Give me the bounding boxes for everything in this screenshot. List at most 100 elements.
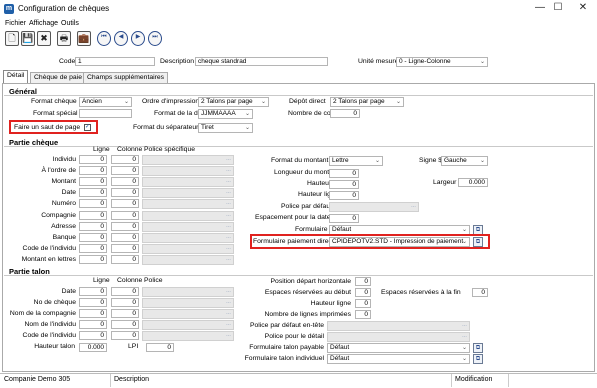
ligne-input[interactable] [79,254,107,264]
colonne-input[interactable] [111,177,139,187]
ligne-input[interactable] [79,243,107,253]
export-icon[interactable]: 💼 [77,31,91,46]
police-select[interactable]: … [142,232,234,243]
close-button[interactable]: ✕ [576,2,590,14]
app-icon: m [4,4,14,14]
ligne-input[interactable] [79,309,107,319]
police-select[interactable]: … [142,243,234,254]
menu-outils[interactable]: Outils [61,20,79,27]
last-record-icon[interactable]: ⏭ [148,31,162,46]
police-select[interactable]: … [142,287,234,297]
colonne-input[interactable] [111,254,139,264]
ligne-input[interactable] [79,221,107,231]
code-input[interactable] [75,57,155,66]
row-label: Montant en lettres [21,255,76,263]
police-select[interactable]: … [142,309,234,320]
format-cheque-select[interactable]: Ancien ⌄ [79,97,132,107]
talon-col-colonne-header: Colonne [117,277,143,284]
colonne-input[interactable] [111,210,139,220]
menu-fichier[interactable]: Fichier [5,20,26,27]
unit-select[interactable]: 0 - Ligne-Colonne ⌄ [396,57,488,67]
position-input[interactable] [355,277,371,286]
ligne-input[interactable] [79,210,107,220]
espaces-fin-input[interactable] [472,288,488,297]
colonne-input[interactable] [111,243,139,253]
ligne-input[interactable] [79,188,107,198]
colonne-input[interactable] [111,287,139,296]
formulaire-pd-select[interactable]: CPIDEPOTV2.STD - Impression de paiement ⌄ [329,237,470,247]
ligne-input[interactable] [79,199,107,209]
copies-input[interactable] [330,109,360,118]
hauteur-talon-input[interactable] [79,343,107,352]
format-montant-select[interactable]: Lettre ⌄ [329,156,383,166]
police-select[interactable]: … [142,199,234,210]
description-input[interactable] [195,57,328,66]
police-select[interactable]: … [142,210,234,221]
lpi-input[interactable] [146,343,174,352]
menu-affichage[interactable]: Affichage [29,20,58,27]
ligne-input[interactable] [79,298,107,308]
print-icon[interactable]: 🖶 [57,31,71,46]
minimize-button[interactable]: — [533,2,547,14]
separateur-select[interactable]: Tiret ⌄ [198,123,253,133]
ligne-input[interactable] [79,320,107,330]
colonne-input[interactable] [111,309,139,319]
espacement-input[interactable] [329,214,359,223]
ligne-input[interactable] [79,177,107,187]
hauteur-ligne-input[interactable] [329,191,359,200]
police-select[interactable]: … [142,331,234,342]
tab-detail[interactable]: Détail [3,70,29,83]
format-special-input[interactable] [79,109,132,118]
ligne-input[interactable] [79,232,107,242]
form-editor-icon[interactable]: ⧉ [473,343,483,353]
ordre-impression-select[interactable]: 2 Talons par page ⌄ [198,97,269,107]
signe-select[interactable]: Gauche ⌄ [441,156,488,166]
police-defaut-select[interactable]: … [329,202,419,212]
largeur-input[interactable] [458,178,488,187]
police-select[interactable]: … [142,320,234,331]
police-select[interactable]: … [142,177,234,188]
delete-icon[interactable]: ✖ [37,31,51,46]
police-select[interactable]: … [142,298,234,309]
new-icon[interactable]: 🗋 [5,31,19,46]
colonne-input[interactable] [111,298,139,308]
ligne-input[interactable] [79,166,107,176]
police-entete-select[interactable]: … [327,321,470,331]
colonne-input[interactable] [111,155,139,164]
save-icon[interactable]: 💾 [21,31,35,46]
nb-lignes-input[interactable] [355,310,371,319]
tab-cheque-paie[interactable]: Chèque de paie [30,72,86,83]
colonne-input[interactable] [111,331,139,341]
hauteur-input[interactable] [329,180,359,189]
police-detail-select[interactable]: … [327,332,470,342]
colonne-input[interactable] [111,166,139,176]
formulaire-talon-payable-select[interactable]: Défaut ⌄ [327,343,470,353]
police-select[interactable]: … [142,155,234,165]
format-date-select[interactable]: JJMMAAAA ⌄ [198,109,253,119]
form-editor-icon[interactable]: ⧉ [473,354,483,364]
colonne-input[interactable] [111,221,139,231]
formulaire-talon-individuel-select[interactable]: Défaut ⌄ [327,354,470,364]
police-select[interactable]: … [142,188,234,199]
saut-page-checkbox[interactable]: ✓ [84,124,91,131]
police-select[interactable]: … [142,221,234,232]
police-select[interactable]: … [142,166,234,177]
police-select[interactable]: … [142,254,234,265]
depot-direct-select[interactable]: 2 Talons par page ⌄ [330,97,404,107]
tab-champs-supplementaires[interactable]: Champs supplémentaires [83,72,169,83]
longueur-input[interactable] [329,169,359,178]
previous-record-icon[interactable]: ◀ [114,31,128,46]
colonne-input[interactable] [111,199,139,209]
espaces-debut-input[interactable] [355,288,371,297]
talon-hauteur-ligne-input[interactable] [355,299,371,308]
colonne-input[interactable] [111,232,139,242]
form-editor-icon[interactable]: ⧉ [473,237,483,247]
next-record-icon[interactable]: ▶ [131,31,145,46]
maximize-button[interactable]: ☐ [551,2,565,14]
ligne-input[interactable] [79,287,107,296]
first-record-icon[interactable]: ⏮ [97,31,111,46]
colonne-input[interactable] [111,320,139,330]
ligne-input[interactable] [79,155,107,164]
ligne-input[interactable] [79,331,107,341]
colonne-input[interactable] [111,188,139,198]
